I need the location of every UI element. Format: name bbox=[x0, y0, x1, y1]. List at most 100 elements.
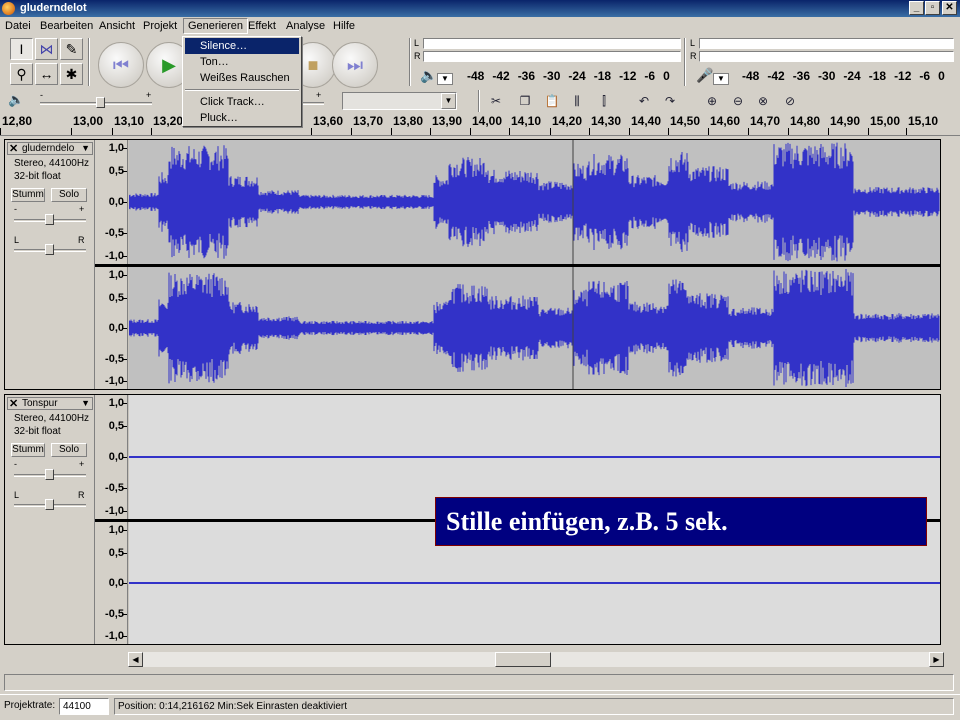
menu-hilfe[interactable]: Hilfe bbox=[333, 20, 355, 32]
gain-thumb[interactable] bbox=[45, 214, 54, 225]
close-track-icon[interactable]: ✕ bbox=[9, 142, 18, 155]
envelope-tool-button[interactable]: ⋈ bbox=[35, 38, 58, 60]
ruler-label: 13,90 bbox=[432, 114, 463, 128]
ruler-tick bbox=[629, 128, 630, 135]
draw-tool-button[interactable]: ✎ bbox=[60, 38, 83, 60]
paste-icon[interactable]: 📋 bbox=[541, 91, 563, 111]
menu-item-white-noise[interactable]: Weißes Rauschen bbox=[185, 70, 299, 86]
solo-button[interactable]: Solo bbox=[51, 443, 87, 457]
menu-item-click-track[interactable]: Click Track… bbox=[185, 94, 299, 110]
cut-icon[interactable]: ✂ bbox=[485, 91, 507, 111]
input-volume-slider[interactable] bbox=[302, 102, 324, 105]
menu-effekt[interactable]: Effekt bbox=[248, 20, 276, 32]
toolbar-area: I ⋈ ✎ ⚲ ↔ ✱ ⏮ ▶ ■ ⏭ L R 🔈 ▼ -48 -42 -36 -30… bbox=[0, 36, 960, 114]
chevron-down-icon: ▼ bbox=[441, 93, 456, 109]
solo-button[interactable]: Solo bbox=[51, 188, 87, 202]
ruler-tick bbox=[868, 128, 869, 135]
scale-tick bbox=[122, 256, 127, 257]
scroll-thumb[interactable] bbox=[495, 652, 551, 667]
minimize-button[interactable]: _ bbox=[909, 1, 924, 15]
fit-project-icon[interactable]: ⊘ bbox=[779, 91, 801, 111]
scale-tick bbox=[122, 328, 127, 329]
menu-analyse[interactable]: Analyse bbox=[286, 20, 325, 32]
menu-item-pluck[interactable]: Pluck… bbox=[185, 110, 299, 126]
menu-item-silence[interactable]: Silence… bbox=[185, 38, 299, 54]
input-meter-menu-button[interactable]: ▼ bbox=[713, 73, 729, 85]
gain-minus-label: - bbox=[14, 459, 17, 469]
skip-start-button[interactable]: ⏮ bbox=[98, 42, 144, 88]
input-plus-label: + bbox=[316, 90, 322, 100]
scroll-right-icon[interactable]: ▶ bbox=[929, 652, 944, 667]
close-track-icon[interactable]: ✕ bbox=[9, 397, 18, 410]
track-control-panel: ✕ Tonspur ▼ Stereo, 44100Hz 32-bit float… bbox=[5, 395, 95, 644]
zoom-in-icon[interactable]: ⊕ bbox=[701, 91, 723, 111]
fit-selection-icon[interactable]: ⊗ bbox=[752, 91, 774, 111]
separator bbox=[478, 90, 480, 112]
ruler-tick bbox=[550, 128, 551, 135]
zoom-out-icon[interactable]: ⊖ bbox=[727, 91, 749, 111]
track-name-menu[interactable]: ✕ Tonspur ▼ bbox=[7, 397, 93, 410]
ruler-label: 13,80 bbox=[393, 114, 424, 128]
gain-thumb[interactable] bbox=[45, 469, 54, 480]
scale-tick bbox=[122, 297, 127, 299]
mute-button[interactable]: Stumm bbox=[11, 188, 45, 202]
silence-audio-icon[interactable]: ⫿ bbox=[593, 91, 615, 111]
skip-end-icon: ⏭ bbox=[346, 55, 364, 75]
vertical-scale: 1,0 0,5 0,0 -0,5 -1,0 bbox=[95, 140, 128, 264]
ruler-tick bbox=[589, 128, 590, 135]
output-meter-menu-button[interactable]: ▼ bbox=[437, 73, 453, 85]
menu-generieren[interactable]: Generieren bbox=[183, 18, 249, 34]
input-meter-left bbox=[699, 38, 954, 49]
output-volume-thumb[interactable] bbox=[96, 97, 105, 108]
ruler-label: 13,10 bbox=[114, 114, 145, 128]
vertical-scale: 1,0 0,5 0,0 -0,5 -1,0 bbox=[95, 267, 128, 389]
waveform-path bbox=[129, 142, 940, 262]
menu-separator bbox=[185, 89, 299, 91]
generieren-menu: Silence… Ton… Weißes Rauschen Click Trac… bbox=[182, 36, 302, 127]
pan-thumb[interactable] bbox=[45, 244, 54, 255]
gain-plus-label: + bbox=[79, 459, 85, 469]
maximize-button[interactable]: ▫ bbox=[925, 1, 940, 15]
menu-datei[interactable]: Datei bbox=[5, 20, 31, 32]
ruler-tick bbox=[748, 128, 749, 135]
meter-out-right-label: R bbox=[414, 51, 421, 61]
redo-icon[interactable]: ↷ bbox=[659, 91, 681, 111]
scale-tick bbox=[122, 457, 127, 458]
scroll-left-icon[interactable]: ◀ bbox=[128, 652, 143, 667]
mute-button[interactable]: Stumm bbox=[11, 443, 45, 457]
menu-item-ton[interactable]: Ton… bbox=[185, 54, 299, 70]
ruler-label: 13,20 bbox=[153, 114, 184, 128]
skip-end-button[interactable]: ⏭ bbox=[332, 42, 378, 88]
separator bbox=[684, 38, 686, 86]
timeline-ruler[interactable]: 12,80 13,00 13,10 13,20 13,60 13,70 13,80 13,90… bbox=[0, 114, 960, 136]
trim-icon[interactable]: ⫼ bbox=[566, 91, 588, 111]
menu-projekt[interactable]: Projekt bbox=[143, 20, 177, 32]
waveform-right-channel[interactable] bbox=[129, 267, 940, 389]
waveform-left-channel[interactable] bbox=[129, 140, 940, 264]
ruler-tick bbox=[470, 128, 471, 135]
input-source-select[interactable]: ▼ bbox=[342, 92, 457, 110]
menu-bar: Datei Bearbeiten Ansicht Projekt Generie… bbox=[0, 17, 960, 36]
track-name-menu[interactable]: ✕ gluderndelo ▼ bbox=[7, 142, 93, 155]
pan-thumb[interactable] bbox=[45, 499, 54, 510]
menu-bearbeiten[interactable]: Bearbeiten bbox=[40, 20, 93, 32]
undo-icon[interactable]: ↶ bbox=[633, 91, 655, 111]
multi-tool-button[interactable]: ✱ bbox=[60, 63, 83, 85]
ruler-tick bbox=[788, 128, 789, 135]
pencil-icon: ✎ bbox=[65, 41, 78, 57]
menu-ansicht[interactable]: Ansicht bbox=[99, 20, 135, 32]
ruler-label: 14,60 bbox=[710, 114, 741, 128]
copy-icon[interactable]: ❐ bbox=[514, 91, 536, 111]
horizontal-scrollbar[interactable]: ◀ ▶ bbox=[128, 652, 944, 667]
ruler-label: 13,70 bbox=[353, 114, 384, 128]
magnifier-icon: ⚲ bbox=[16, 66, 27, 82]
timeshift-tool-button[interactable]: ↔ bbox=[35, 63, 58, 85]
ruler-label: 12,80 bbox=[2, 114, 33, 128]
track-control-panel: ✕ gluderndelo ▼ Stereo, 44100Hz 32-bit f… bbox=[5, 140, 95, 389]
project-rate-field[interactable]: 44100 bbox=[59, 698, 109, 715]
zoom-tool-button[interactable]: ⚲ bbox=[10, 63, 33, 85]
selection-tool-button[interactable]: I bbox=[10, 38, 33, 60]
ruler-label: 14,50 bbox=[670, 114, 701, 128]
scale-tick bbox=[122, 426, 127, 427]
close-button[interactable]: ✕ bbox=[942, 1, 957, 15]
